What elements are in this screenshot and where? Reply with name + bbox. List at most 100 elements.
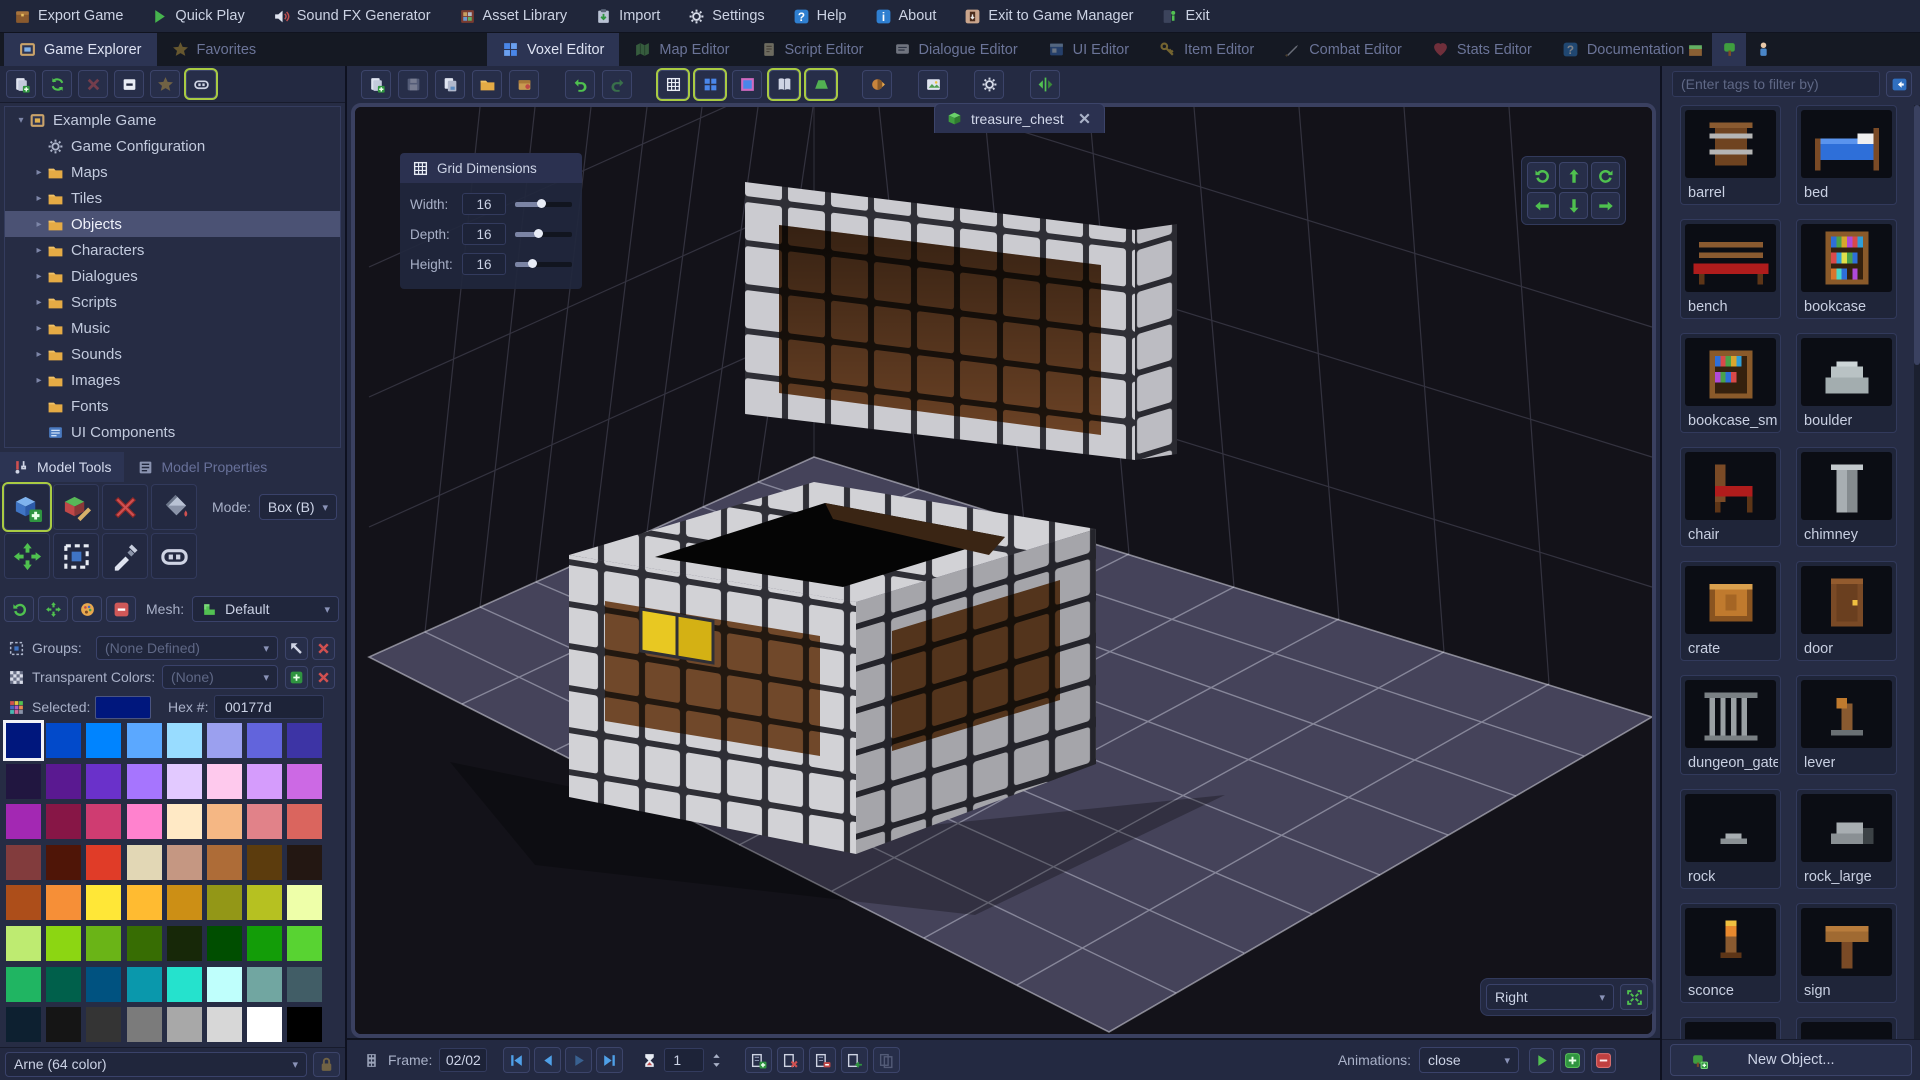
object-card-sign[interactable]: sign xyxy=(1796,903,1897,1003)
palette-swatch-30[interactable] xyxy=(247,844,283,880)
object-card-partial[interactable] xyxy=(1796,1017,1897,1040)
frame-value[interactable]: 02/02 xyxy=(439,1048,488,1072)
gear-button[interactable] xyxy=(974,70,1004,99)
palette-swatch-44[interactable] xyxy=(166,925,202,961)
palette-swatch-54[interactable] xyxy=(247,966,283,1002)
object-card-partial[interactable] xyxy=(1680,1017,1781,1040)
object-card-lever[interactable]: lever xyxy=(1796,675,1897,775)
grid-dim-slider-2[interactable] xyxy=(515,259,572,268)
palette-swatch-34[interactable] xyxy=(86,885,122,921)
add-plus-button[interactable] xyxy=(1560,1047,1585,1073)
skip-first-button[interactable] xyxy=(503,1047,531,1073)
palette-swatch-29[interactable] xyxy=(206,844,242,880)
palette-swatch-0[interactable] xyxy=(3,720,44,761)
tree-item-fonts[interactable]: Fonts xyxy=(5,393,340,419)
menu-item-exit-to-game-manager[interactable]: Exit to Game Manager xyxy=(964,8,1133,25)
palette-swatch-49[interactable] xyxy=(46,966,82,1002)
delete-x-button[interactable] xyxy=(78,70,108,98)
object-card-door[interactable]: door xyxy=(1796,561,1897,661)
palette-swatch-14[interactable] xyxy=(247,763,283,799)
tab-ui-editor[interactable]: UI Editor xyxy=(1033,33,1144,66)
grid-dim-value-1[interactable]: 16 xyxy=(462,223,506,245)
menu-item-quick-play[interactable]: Quick Play xyxy=(151,8,245,25)
mirror-capsule-tool-button[interactable] xyxy=(151,533,197,579)
frame-minus-button[interactable] xyxy=(809,1047,837,1073)
tree-item-objects[interactable]: ▸ Objects xyxy=(5,211,340,237)
animation-select[interactable]: close ▾ xyxy=(1419,1047,1519,1073)
tab-script-editor[interactable]: Script Editor xyxy=(745,33,879,66)
grid-toggle-button[interactable] xyxy=(658,70,688,99)
undo-button[interactable] xyxy=(565,70,595,99)
orbit-button[interactable] xyxy=(862,70,892,99)
arrow-down-button[interactable] xyxy=(1559,192,1588,219)
palette-swatch-25[interactable] xyxy=(46,844,82,880)
palette-sm-button[interactable] xyxy=(72,596,102,622)
palette-swatch-56[interactable] xyxy=(6,1007,41,1043)
rotate-cw-button[interactable] xyxy=(1591,162,1620,189)
palette-lock-button[interactable] xyxy=(313,1051,340,1077)
palette-swatch-59[interactable] xyxy=(126,1007,162,1043)
object-card-chimney[interactable]: chimney xyxy=(1796,447,1897,547)
palette-swatch-21[interactable] xyxy=(206,804,242,840)
palette-swatch-6[interactable] xyxy=(247,723,283,758)
palette-select[interactable]: Arne (64 color) ▾ xyxy=(5,1051,307,1077)
palette-swatch-3[interactable] xyxy=(126,723,162,758)
palette-swatch-18[interactable] xyxy=(86,804,122,840)
palette-swatch-5[interactable] xyxy=(206,723,242,758)
palette-swatch-43[interactable] xyxy=(126,925,162,961)
object-card-bookcase[interactable]: bookcase xyxy=(1796,219,1897,319)
remove-transparent-color-button[interactable] xyxy=(312,665,335,689)
menu-item-sound-fx-generator[interactable]: Sound FX Generator xyxy=(273,8,431,25)
object-grid-scrollbar[interactable] xyxy=(1914,105,1920,1040)
fit-view-button[interactable] xyxy=(1620,984,1648,1010)
tree-item-dialogues[interactable]: ▸ Dialogues xyxy=(5,263,340,289)
palette-swatch-48[interactable] xyxy=(6,966,41,1002)
palette-swatch-36[interactable] xyxy=(166,885,202,921)
tree-item-images[interactable]: ▸ Images xyxy=(5,367,340,393)
palette-swatch-10[interactable] xyxy=(86,763,122,799)
object-card-rock[interactable]: rock xyxy=(1680,789,1781,889)
image-button[interactable] xyxy=(918,70,948,99)
redo-button[interactable] xyxy=(602,70,632,99)
palette-swatch-40[interactable] xyxy=(6,925,41,961)
tab-model-tools[interactable]: Model Tools xyxy=(0,452,125,482)
scenery-tab[interactable] xyxy=(1712,33,1746,66)
frame-insert-button[interactable] xyxy=(841,1047,869,1073)
palette-swatch-60[interactable] xyxy=(166,1007,202,1043)
arrow-up-button[interactable] xyxy=(1559,162,1588,189)
palette-swatch-47[interactable] xyxy=(287,925,323,961)
palette-swatch-50[interactable] xyxy=(86,966,122,1002)
remove-minus-button[interactable] xyxy=(1591,1047,1616,1073)
tab-game-explorer[interactable]: Game Explorer xyxy=(4,33,157,66)
palette-swatch-37[interactable] xyxy=(206,885,242,921)
palette-swatch-19[interactable] xyxy=(126,804,162,840)
new-object-button[interactable]: New Object... xyxy=(1670,1044,1912,1076)
palette-swatch-27[interactable] xyxy=(126,844,162,880)
characters-tab[interactable] xyxy=(1746,33,1780,66)
palette-swatch-17[interactable] xyxy=(46,804,82,840)
tree-item-scripts[interactable]: ▸ Scripts xyxy=(5,289,340,315)
palette-swatch-28[interactable] xyxy=(166,844,202,880)
grid-dim-value-2[interactable]: 16 xyxy=(462,253,506,275)
palette-swatch-38[interactable] xyxy=(247,885,283,921)
tab-item-editor[interactable]: Item Editor xyxy=(1144,33,1269,66)
palette-swatch-8[interactable] xyxy=(6,763,41,799)
frame-clear-button[interactable] xyxy=(777,1047,805,1073)
hex-input[interactable]: 00177d xyxy=(214,695,324,719)
palette-swatch-13[interactable] xyxy=(206,763,242,799)
remove-sm-button[interactable] xyxy=(106,596,136,622)
close-icon[interactable] xyxy=(1076,110,1093,127)
square-pink-button[interactable] xyxy=(732,70,762,99)
tab-combat-editor[interactable]: Combat Editor xyxy=(1269,33,1417,66)
transparent-colors-select[interactable]: (None) ▾ xyxy=(162,665,278,689)
palette-swatch-31[interactable] xyxy=(287,844,323,880)
mirror-button[interactable] xyxy=(1030,70,1060,99)
anim-play-button[interactable] xyxy=(1529,1047,1554,1073)
palette-swatch-9[interactable] xyxy=(46,763,82,799)
menu-item-export-game[interactable]: Export Game xyxy=(14,8,123,25)
palette-swatch-58[interactable] xyxy=(86,1007,122,1043)
tab-model-properties[interactable]: Model Properties xyxy=(124,452,280,482)
tab-documentation[interactable]: ? Documentation xyxy=(1547,33,1700,66)
menu-item-about[interactable]: i About xyxy=(875,8,936,25)
palette-swatch-24[interactable] xyxy=(6,844,41,880)
